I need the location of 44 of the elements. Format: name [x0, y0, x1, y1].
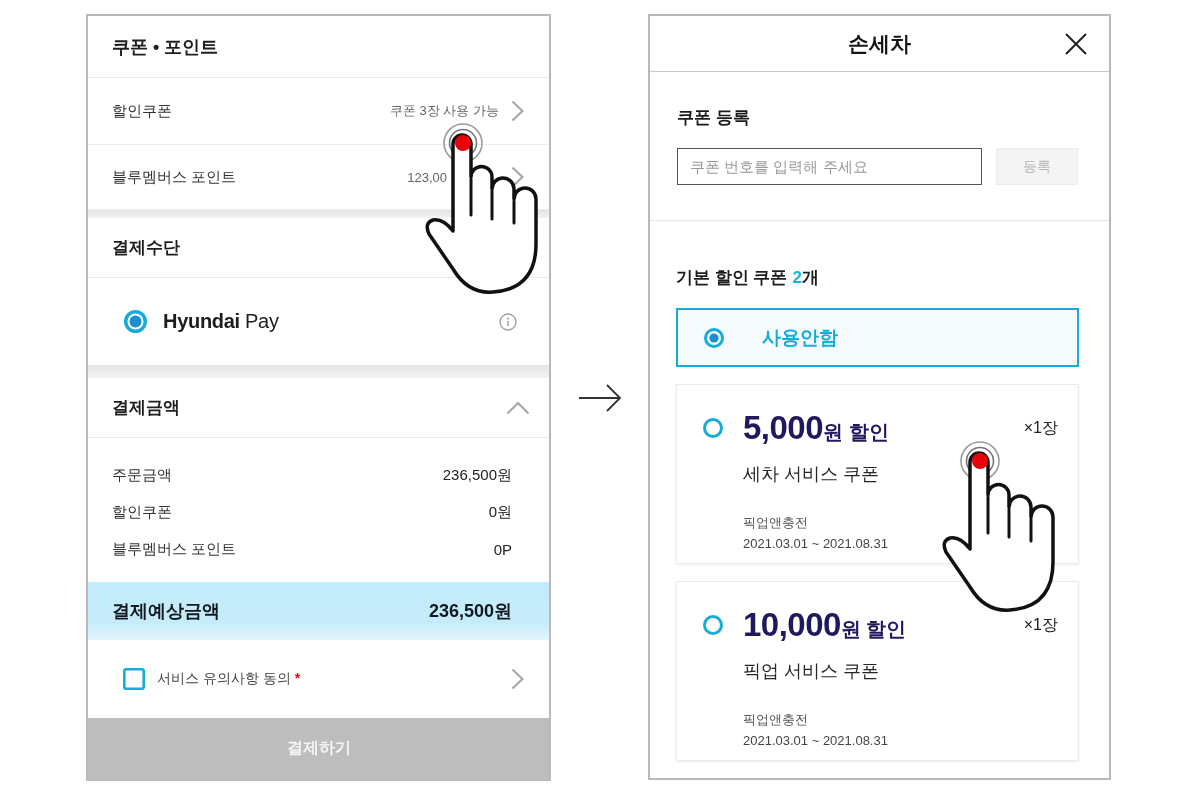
section-title: 결제수단 — [112, 237, 180, 259]
amount-label: 주문금액 — [112, 466, 172, 485]
coupon-name: 세차 서비스 쿠폰 — [743, 463, 879, 486]
total-value: 236,500원 — [428, 600, 512, 623]
right-arrow-icon — [577, 383, 622, 412]
coupon-option[interactable]: 사용안함 — [676, 308, 1079, 367]
coupon-quantity: ×1장 — [1023, 418, 1058, 438]
amount-value: 0원 — [488, 503, 512, 522]
coupon-quantity: ×1장 — [1023, 615, 1058, 635]
total-label: 결제예상금액 — [112, 600, 220, 623]
info-icon[interactable] — [499, 312, 517, 331]
coupon-amount: 10,000원 할인 — [743, 605, 907, 645]
coupon-count-heading: 기본 할인 쿠폰 2개 — [676, 267, 819, 289]
row-label: 할인쿠폰 — [112, 101, 172, 121]
option-label: 사용안함 — [762, 325, 838, 350]
close-icon[interactable] — [1065, 32, 1087, 55]
coupon-name: 픽업 서비스 쿠폰 — [743, 660, 879, 683]
amount-label: 블루멤버스 포인트 — [112, 540, 237, 559]
modal-title: 손세차 — [848, 30, 911, 57]
coupon-amount: 5,000원 할인 — [743, 408, 889, 448]
amount-value: 236,500원 — [442, 466, 512, 485]
section-title: 결제금액 — [112, 397, 180, 419]
row-value: 쿠폰 3장 사용 가능 — [389, 102, 499, 120]
radio-button-icon[interactable] — [703, 615, 723, 635]
payment-method-label: Hyundai Pay — [163, 310, 279, 333]
coupon-issuer: 픽업앤충전 — [743, 514, 808, 532]
row-value: 123,00 — [407, 169, 447, 185]
row-label: 블루멤버스 포인트 — [112, 167, 237, 187]
checkbox[interactable] — [123, 668, 145, 690]
radio-button-icon[interactable] — [124, 310, 147, 333]
coupon-period: 2021.03.01 ~ 2021.08.31 — [743, 732, 888, 750]
chevron-up-icon[interactable] — [506, 400, 530, 415]
section-title: 쿠폰 등록 — [677, 107, 750, 129]
agreement-label: 서비스 유의사항 동의 * — [157, 670, 301, 688]
coupon-code-input[interactable]: 쿠폰 번호를 입력해 주세요 — [677, 148, 982, 185]
chevron-right-icon[interactable] — [511, 166, 524, 188]
radio-button-icon[interactable] — [704, 327, 724, 348]
section-title: 쿠폰 • 포인트 — [112, 35, 219, 59]
radio-button-icon[interactable] — [703, 418, 723, 438]
amount-value: 0P — [493, 541, 512, 558]
coupon-period: 2021.03.01 ~ 2021.08.31 — [743, 535, 888, 553]
coupon-issuer: 픽업앤충전 — [743, 711, 808, 729]
amount-label: 할인쿠폰 — [112, 503, 172, 522]
coupon-card[interactable]: 10,000원 할인 픽업 서비스 쿠폰 픽업앤충전 2021.03.01 ~ 2021.08.31 ×1장 — [676, 581, 1079, 761]
